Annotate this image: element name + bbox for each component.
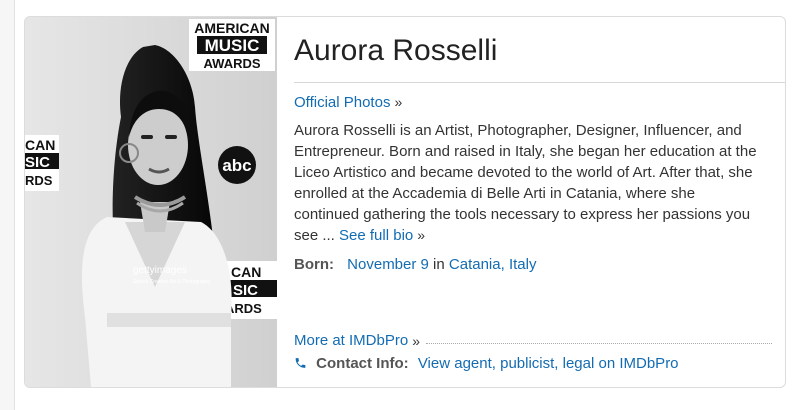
official-photos-row: Official Photos» bbox=[294, 94, 769, 111]
person-details: Aurora Rosselli Official Photos» Aurora … bbox=[294, 17, 785, 372]
page-left-edge bbox=[0, 0, 15, 410]
birth-place-link[interactable]: Catania, Italy bbox=[449, 256, 537, 273]
person-name: Aurora Rosselli bbox=[294, 34, 498, 67]
svg-text:Splash Creation Art & Photogra: Splash Creation Art & Photography bbox=[133, 279, 211, 285]
svg-text:CAN: CAN bbox=[231, 264, 261, 280]
abc-logo: abc bbox=[218, 146, 256, 184]
svg-text:RDS: RDS bbox=[25, 173, 53, 188]
dotted-divider bbox=[426, 343, 772, 344]
born-row: Born: November 9 in Catania, Italy bbox=[294, 256, 769, 273]
svg-text:SIC: SIC bbox=[25, 154, 50, 171]
more-at-imdbpro-link[interactable]: More at IMDbPro bbox=[294, 332, 408, 349]
official-photos-arrow: » bbox=[394, 94, 403, 110]
svg-text:SIC: SIC bbox=[233, 282, 258, 299]
backdrop-logo-left: CAN SIC RDS bbox=[25, 135, 59, 191]
svg-text:gettyimages: gettyimages bbox=[133, 265, 187, 276]
name-divider bbox=[294, 82, 785, 83]
svg-text:AMERICAN: AMERICAN bbox=[194, 20, 269, 36]
person-overview-card: AMERICAN MUSIC AWARDS CAN SIC RDS CAN SI… bbox=[24, 16, 786, 388]
svg-text:AWARDS: AWARDS bbox=[203, 56, 260, 71]
phone-icon bbox=[295, 358, 306, 368]
contact-info-label: Contact Info: bbox=[316, 355, 409, 372]
bio-text: Aurora Rosselli is an Artist, Photograph… bbox=[294, 122, 757, 244]
contact-info-link[interactable]: View agent, publicist, legal on IMDbPro bbox=[418, 355, 679, 372]
born-in-text: in bbox=[433, 256, 445, 273]
more-at-imdbpro-row: More at IMDbPro » bbox=[294, 332, 772, 349]
person-photo[interactable]: AMERICAN MUSIC AWARDS CAN SIC RDS CAN SI… bbox=[25, 17, 277, 387]
born-label: Born: bbox=[294, 256, 334, 273]
svg-text:abc: abc bbox=[222, 156, 251, 175]
birth-date-link[interactable]: November 9 bbox=[347, 256, 429, 273]
svg-text:MUSIC: MUSIC bbox=[205, 36, 260, 55]
see-full-bio-link[interactable]: See full bio bbox=[339, 227, 413, 244]
svg-text:CAN: CAN bbox=[25, 137, 55, 153]
person-bio: Aurora Rosselli is an Artist, Photograph… bbox=[294, 120, 764, 246]
see-full-bio-arrow: » bbox=[417, 227, 426, 243]
official-photos-link[interactable]: Official Photos bbox=[294, 94, 390, 111]
more-at-imdbpro-arrow: » bbox=[412, 332, 420, 349]
person-photo-image: AMERICAN MUSIC AWARDS CAN SIC RDS CAN SI… bbox=[25, 17, 277, 387]
backdrop-logo-top: AMERICAN MUSIC AWARDS bbox=[189, 19, 275, 71]
contact-info-row: Contact Info: View agent, publicist, leg… bbox=[294, 355, 679, 372]
